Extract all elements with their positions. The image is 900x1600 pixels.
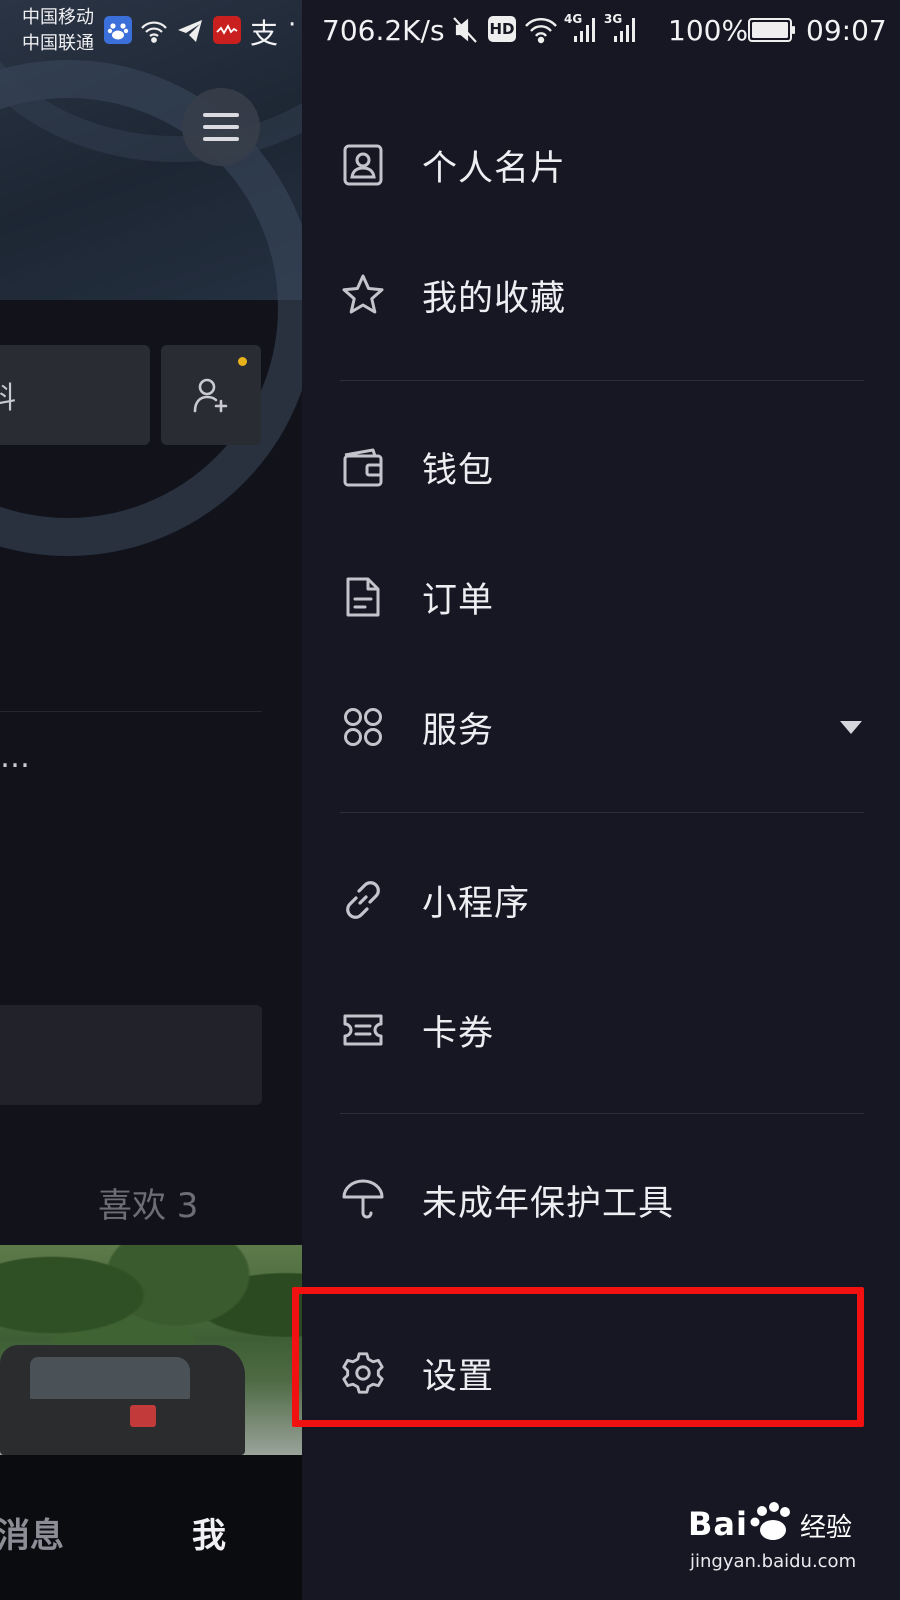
battery-icon (748, 18, 795, 42)
menu-item-label: 钱包 (422, 450, 495, 491)
signal-3g-icon (614, 18, 635, 42)
video-thumbnail[interactable] (0, 1245, 302, 1455)
carrier-label: 中国移动 (22, 7, 94, 28)
telegram-icon (178, 20, 202, 42)
mute-icon (453, 17, 477, 43)
watermark-brand-cn: 经验 (800, 1513, 853, 1543)
more-dots-icon: · (288, 10, 297, 40)
menu-item-label: 未成年保护工具 (422, 1183, 675, 1224)
hd-icon: HD (488, 16, 516, 42)
watermark-brand: Bai (688, 1505, 748, 1543)
menu-item-label: 订单 (422, 580, 495, 621)
grid-icon (340, 704, 386, 750)
baidu-jingyan-watermark: Bai 经验 jingyan.baidu.com (688, 1502, 888, 1585)
news-app-icon (213, 16, 241, 44)
menu-item-label: 服务 (422, 710, 495, 751)
chevron-down-icon[interactable] (840, 720, 862, 734)
settings-highlight-box (292, 1287, 864, 1427)
menu-item-label: 我的收藏 (422, 278, 567, 319)
menu-item-services[interactable]: 服务 (302, 672, 900, 782)
watermark-url: jingyan.baidu.com (690, 1551, 857, 1572)
notification-dot (238, 357, 247, 366)
edit-profile-button[interactable]: 料 (0, 345, 150, 445)
menu-divider (340, 380, 864, 381)
network-speed: 706.2K/s (322, 14, 445, 47)
profile-divider (0, 711, 262, 712)
add-friend-icon (193, 378, 228, 413)
clock: 09:07 (806, 14, 887, 47)
battery-percentage: 100% (668, 14, 749, 47)
umbrella-icon (340, 1177, 386, 1223)
menu-item-minor-protection[interactable]: 未成年保护工具 (302, 1145, 900, 1255)
wifi-hotspot-icon (141, 21, 167, 43)
profile-bio: … (0, 740, 32, 775)
profile-card[interactable] (0, 1005, 262, 1105)
menu-divider (340, 1113, 864, 1114)
alipay-icon: 支 (250, 17, 279, 50)
star-icon (340, 272, 386, 318)
menu-item-label: 小程序 (422, 883, 531, 924)
menu-divider (340, 812, 864, 813)
link-icon (340, 877, 386, 923)
add-friend-button[interactable] (161, 345, 261, 445)
ticket-icon (340, 1007, 386, 1053)
carrier-label: 中国联通 (22, 33, 94, 54)
menu-item-mini-programs[interactable]: 小程序 (302, 845, 900, 955)
baidu-app-icon (104, 16, 132, 44)
edit-profile-label: 料 (0, 381, 16, 416)
menu-item-label: 个人名片 (422, 148, 567, 189)
menu-item-label: 卡券 (422, 1013, 495, 1054)
menu-item-wallet[interactable]: 钱包 (302, 412, 900, 522)
business-card-icon (340, 142, 386, 188)
hamburger-icon (203, 113, 239, 141)
signal-4g-icon (574, 18, 595, 42)
document-icon (340, 574, 386, 620)
menu-item-orders[interactable]: 订单 (302, 542, 900, 652)
menu-item-business-card[interactable]: 个人名片 (302, 110, 900, 220)
wifi-icon (525, 18, 557, 44)
background-profile-page: 料 … 喜欢 3 消息 我 (0, 0, 302, 1600)
tab-messages[interactable]: 消息 (0, 1508, 64, 1557)
status-bar: 中国移动 中国联通 支 · 706.2K/s HD 4G 3G 100% 09:… (0, 0, 900, 62)
menu-item-coupons[interactable]: 卡券 (302, 975, 900, 1085)
tab-me[interactable]: 我 (192, 1508, 226, 1557)
menu-item-favorites[interactable]: 我的收藏 (302, 240, 900, 350)
tab-likes[interactable]: 喜欢 3 (98, 1178, 198, 1227)
hamburger-menu-button[interactable] (182, 88, 260, 166)
baidu-paw-logo-icon (750, 1502, 790, 1540)
wallet-icon (340, 444, 386, 490)
